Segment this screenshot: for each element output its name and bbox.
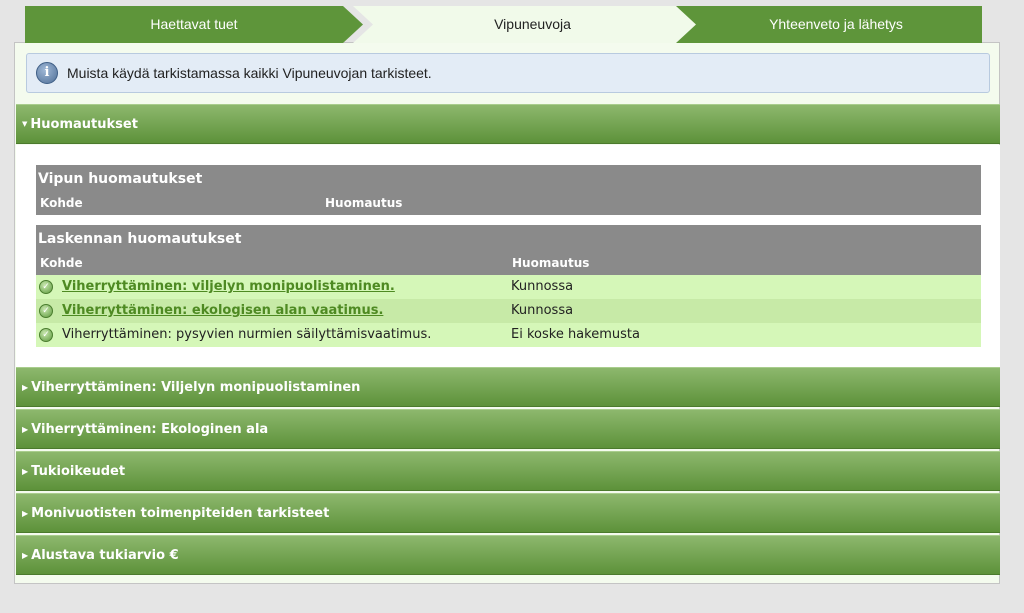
info-icon: i xyxy=(36,62,58,84)
check-icon: ✓ xyxy=(39,304,53,318)
vipu-col-kohde: Kohde xyxy=(40,196,83,210)
step-haettavat-tuet[interactable]: Haettavat tuet xyxy=(25,6,363,43)
check-icon: ✓ xyxy=(39,280,53,294)
step-yhteenveto[interactable]: Yhteenveto ja lähetys xyxy=(670,6,982,43)
section-tukioikeudet[interactable]: ▶ Tukioikeudet xyxy=(16,451,1000,491)
row-kohde-link[interactable]: Viherryttäminen: ekologisen alan vaatimu… xyxy=(62,303,383,318)
row-huomautus: Ei koske hakemusta xyxy=(511,327,640,342)
row-kohde: Viherryttäminen: pysyvien nurmien säilyt… xyxy=(62,327,432,342)
info-text: Muista käydä tarkistamassa kaikki Vipune… xyxy=(67,65,432,81)
caret-right-icon: ▶ xyxy=(22,508,29,518)
laskenta-title: Laskennan huomautukset xyxy=(38,231,242,247)
section-ekologinen-ala[interactable]: ▶ Viherryttäminen: Ekologinen ala xyxy=(16,409,1000,449)
vipu-col-huomautus: Huomautus xyxy=(325,196,403,210)
caret-right-icon: ▶ xyxy=(22,466,29,476)
vipu-table: Vipun huomautukset Kohde Huomautus xyxy=(36,165,981,215)
info-message: i Muista käydä tarkistamassa kaikki Vipu… xyxy=(26,53,990,93)
table-row: ✓ Viherryttäminen: ekologisen alan vaati… xyxy=(36,299,981,323)
section-tukiarvio[interactable]: ▶ Alustava tukiarvio € xyxy=(16,535,1000,575)
check-icon: ✓ xyxy=(39,328,53,342)
section-huomautukset-header[interactable]: ▼ Huomautukset xyxy=(16,104,1000,144)
laskenta-col-kohde: Kohde xyxy=(40,256,83,270)
section-huomautukset-body: Vipun huomautukset Kohde Huomautus Laske… xyxy=(16,145,1000,367)
caret-right-icon: ▶ xyxy=(22,550,29,560)
laskenta-table: Laskennan huomautukset Kohde Huomautus ✓… xyxy=(36,225,981,347)
caret-right-icon: ▶ xyxy=(22,424,29,434)
caret-down-icon: ▼ xyxy=(22,120,28,128)
laskenta-col-huomautus: Huomautus xyxy=(512,256,590,270)
table-row: ✓ Viherryttäminen: pysyvien nurmien säil… xyxy=(36,323,981,347)
section-monivuotiset[interactable]: ▶ Monivuotisten toimenpiteiden tarkistee… xyxy=(16,493,1000,533)
row-kohde-link[interactable]: Viherryttäminen: viljelyn monipuolistami… xyxy=(62,279,395,294)
wizard-steps: Haettavat tuet Vipuneuvoja Yhteenveto ja… xyxy=(25,6,982,43)
table-row: ✓ Viherryttäminen: viljelyn monipuolista… xyxy=(36,275,981,299)
row-huomautus: Kunnossa xyxy=(511,279,574,294)
main-panel: i Muista käydä tarkistamassa kaikki Vipu… xyxy=(14,42,1000,584)
vipu-title: Vipun huomautukset xyxy=(38,171,203,187)
row-huomautus: Kunnossa xyxy=(511,303,574,318)
step-vipuneuvoja[interactable]: Vipuneuvoja xyxy=(353,6,696,43)
section-viljelyn-monipuolistaminen[interactable]: ▶ Viherryttäminen: Viljelyn monipuolista… xyxy=(16,367,1000,407)
caret-right-icon: ▶ xyxy=(22,382,29,392)
